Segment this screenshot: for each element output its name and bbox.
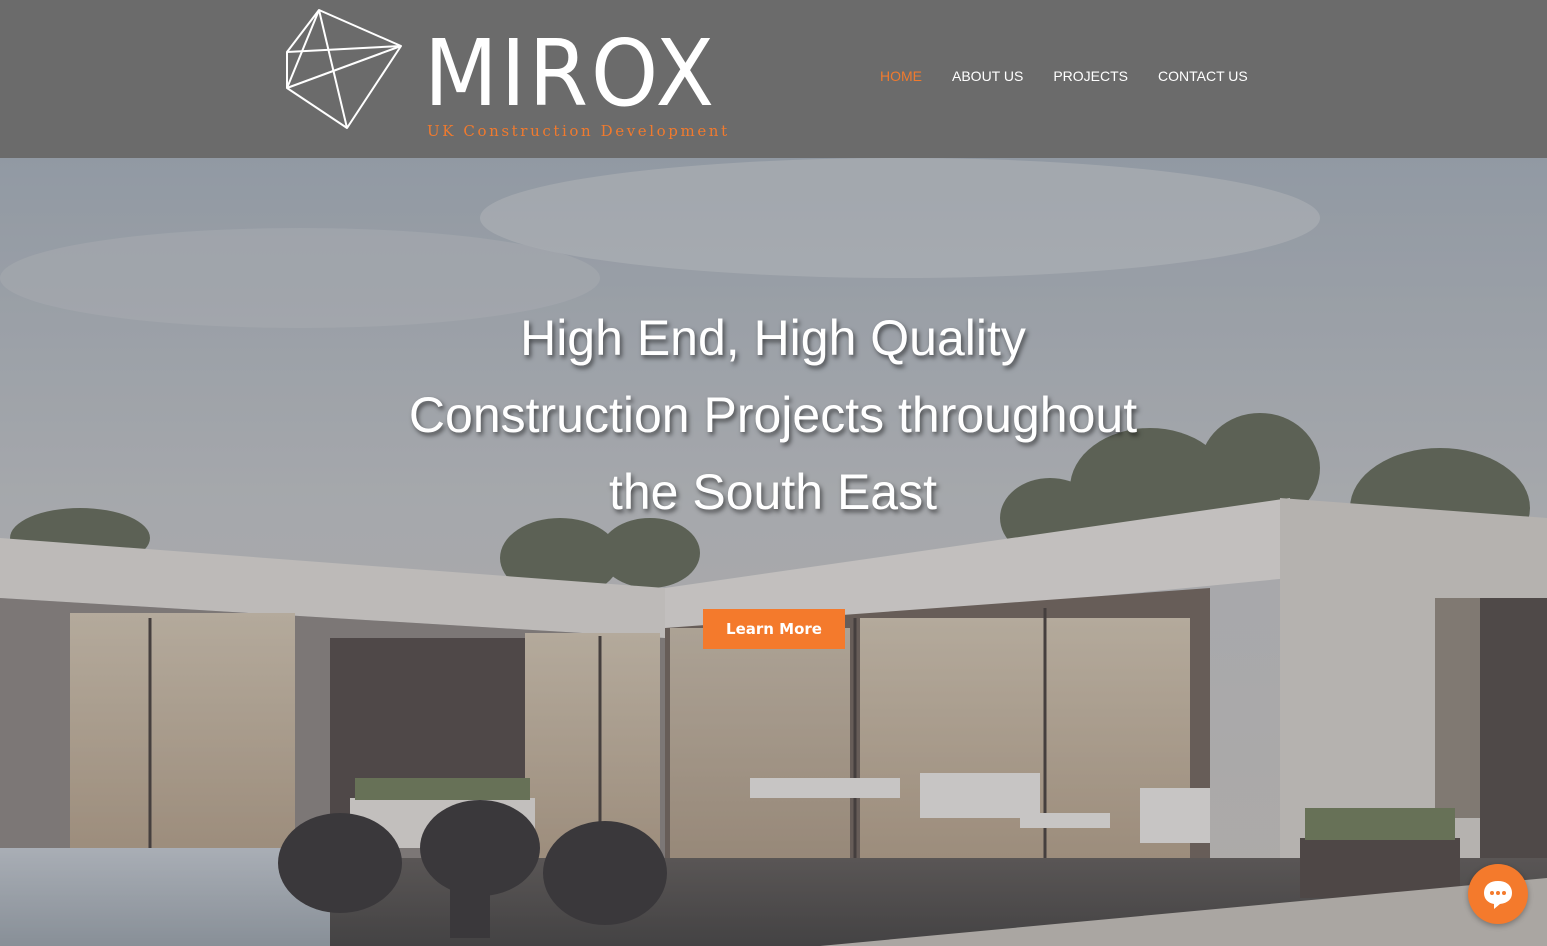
- hero-heading-line-3: the South East: [608, 464, 937, 520]
- nav-item-contact-us[interactable]: CONTACT US: [1158, 68, 1248, 84]
- brand-tagline: UK Construction Development: [427, 122, 730, 140]
- logo-polyhedron-icon[interactable]: [283, 8, 405, 132]
- hero-section: High End, High Quality Construction Proj…: [0, 158, 1547, 946]
- page: MIROX UK Construction Development HOME A…: [0, 0, 1547, 946]
- hero-heading: High End, High Quality Construction Proj…: [323, 300, 1223, 531]
- site-header: MIROX UK Construction Development HOME A…: [0, 0, 1547, 158]
- hero-heading-line-2: Construction Projects throughout: [408, 387, 1138, 443]
- nav-item-projects[interactable]: PROJECTS: [1053, 68, 1128, 84]
- brand-name[interactable]: MIROX: [424, 24, 717, 124]
- hero-overlay: [0, 158, 1547, 946]
- nav-item-about-us[interactable]: ABOUT US: [952, 68, 1023, 84]
- learn-more-button[interactable]: Learn More: [703, 609, 845, 649]
- main-nav: HOME ABOUT US PROJECTS CONTACT US: [880, 68, 1278, 84]
- nav-item-home[interactable]: HOME: [880, 68, 922, 84]
- chat-widget-button[interactable]: [1468, 864, 1528, 924]
- chat-bubble-icon: [1484, 881, 1512, 909]
- hero-heading-line-1: High End, High Quality: [520, 310, 1026, 366]
